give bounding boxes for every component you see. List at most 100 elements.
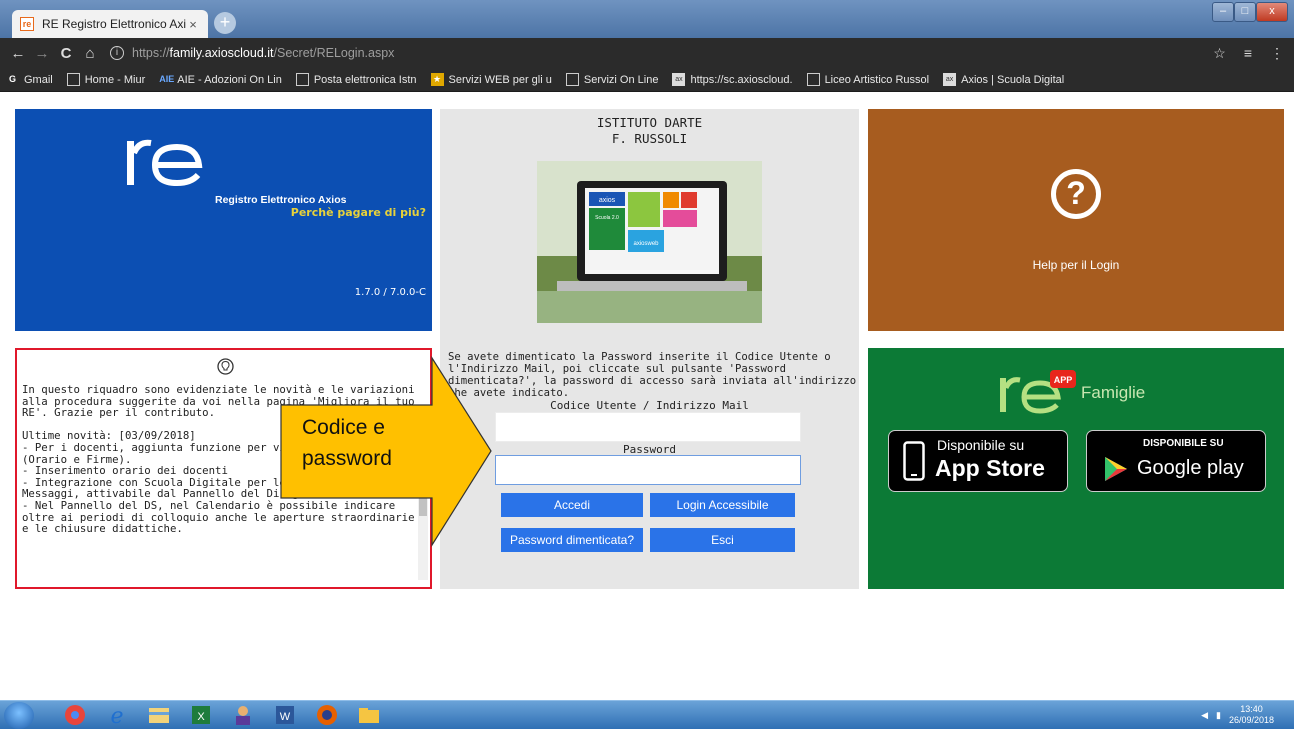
bookmark-sc-axioscloud[interactable]: ax https://sc.axioscloud. — [672, 73, 793, 86]
screen-tile-scuola: Scuola 2.0 — [595, 215, 619, 221]
user-icon[interactable] — [230, 704, 256, 726]
callout-label: Codice e password — [302, 412, 442, 474]
bookmark-label: AIE - Adozioni On Lin — [177, 73, 282, 86]
bookmark-axios-scuola[interactable]: ax Axios | Scuola Digital — [943, 73, 1064, 86]
callout-line1: Codice e — [302, 416, 385, 439]
bookmark-label: Servizi On Line — [583, 73, 659, 86]
bookmark-gmail[interactable]: G Gmail — [6, 73, 53, 86]
explorer-icon[interactable] — [146, 704, 172, 726]
bookmark-servizi-online[interactable]: Servizi On Line — [565, 73, 659, 86]
screen-tile-axiosweb: axiosweb — [633, 241, 659, 247]
laptop-image: axios Scuola 2.0 axiosweb — [537, 161, 762, 323]
clock-date: 26/09/2018 — [1228, 715, 1274, 725]
network-icon[interactable]: ▮ — [1216, 710, 1221, 721]
browser-tab[interactable]: re RE Registro Elettronico Axios × — [12, 10, 208, 38]
password-notice: Se avete dimenticato la Password inserit… — [448, 351, 857, 399]
accedi-button[interactable]: Accedi — [501, 493, 643, 517]
screen: re RE Registro Elettronico Axios × + – □… — [0, 0, 1294, 729]
bookmark-aie[interactable]: AIE AIE - Adozioni On Lin — [159, 73, 282, 86]
url-path: /Secret/RELogin.aspx — [273, 46, 395, 60]
appstore-small-text: Disponibile su — [937, 437, 1025, 453]
window-minimize-button[interactable]: – — [1212, 2, 1234, 22]
google-play-badge[interactable]: DISPONIBILE SU Google play — [1086, 430, 1266, 492]
bookmark-liceo[interactable]: Liceo Artistico Russol — [806, 73, 930, 86]
user-code-input[interactable] — [495, 412, 801, 442]
svg-text:X: X — [197, 711, 205, 723]
page-icon — [66, 73, 80, 86]
re-favicon-icon: re — [20, 17, 34, 31]
toolbar-actions: ☆ ≡ ⋮ — [1213, 38, 1284, 68]
browser-tab-bar: re RE Registro Elettronico Axios × + – □… — [0, 0, 1294, 38]
site-info-icon[interactable]: i — [110, 46, 124, 60]
appstore-big-text: App Store — [935, 455, 1045, 481]
window-maximize-button[interactable]: □ — [1234, 2, 1256, 22]
forward-button[interactable]: → — [30, 45, 54, 62]
chrome-icon[interactable] — [62, 704, 88, 726]
clock[interactable]: 13:40 26/09/2018 — [1229, 704, 1274, 726]
window-close-button[interactable]: x — [1256, 2, 1288, 22]
screen-tile-axios: axios — [599, 197, 616, 204]
bookmark-label: Axios | Scuola Digital — [961, 73, 1065, 86]
back-button[interactable]: ← — [6, 45, 30, 62]
ie-icon[interactable]: e — [104, 704, 130, 726]
taskbar: e X W ◀ ▮ 13:40 26/09/2018 — [0, 700, 1294, 729]
bookmark-home-miur[interactable]: Home - Miur — [66, 73, 146, 86]
tab-title: RE Registro Elettronico Axios — [42, 17, 186, 31]
app-badge: APP — [1054, 375, 1073, 385]
user-field-label: Codice Utente / Indirizzo Mail — [550, 399, 749, 412]
school-name-line1: ISTITUTO DARTE — [596, 115, 703, 130]
browser-toolbar: ← → C ⌂ i https://family.axioscloud.it/S… — [0, 38, 1294, 68]
googleplay-big-text: Google play — [1137, 457, 1244, 479]
axios-icon: ax — [672, 73, 686, 86]
address-bar[interactable]: https://family.axioscloud.it/Secret/RELo… — [132, 46, 394, 60]
clock-time: 13:40 — [1240, 704, 1263, 714]
star-icon: ★ — [430, 73, 444, 86]
bookmarks-bar: G Gmail Home - Miur AIE AIE - Adozioni On … — [0, 68, 1294, 92]
version-label: 1.7.0 / 7.0.0-C — [354, 287, 426, 298]
word-icon[interactable]: W — [272, 704, 298, 726]
callout-line2: password — [302, 447, 392, 470]
bookmark-label: https://sc.axioscloud. — [690, 73, 793, 86]
brand-panel: Registro Elettronico Axios Perchè pagare… — [15, 109, 432, 331]
start-button[interactable] — [4, 702, 34, 729]
bookmark-label: Gmail — [24, 73, 53, 86]
re-logo-icon — [127, 139, 203, 187]
bookmark-label: Liceo Artistico Russol — [824, 73, 930, 86]
bookmark-label: Posta elettronica Istn — [313, 73, 417, 86]
phone-icon — [903, 441, 925, 481]
firefox-icon[interactable] — [314, 704, 340, 726]
reload-button[interactable]: C — [54, 45, 78, 62]
bookmark-star-icon[interactable]: ☆ — [1213, 45, 1226, 62]
tab-close-icon[interactable]: × — [186, 17, 200, 32]
login-accessibile-button[interactable]: Login Accessibile — [650, 493, 795, 517]
svg-text:W: W — [280, 711, 291, 723]
volume-icon[interactable]: ◀ — [1201, 710, 1208, 721]
esci-button[interactable]: Esci — [650, 528, 795, 552]
page-icon — [295, 73, 309, 86]
bookmark-posta[interactable]: Posta elettronica Istn — [295, 73, 417, 86]
bookmark-label: Home - Miur — [84, 73, 146, 86]
aie-icon: AIE — [159, 74, 175, 84]
password-input[interactable] — [495, 455, 801, 485]
extension-icon[interactable]: ≡ — [1244, 45, 1252, 61]
password-dimenticata-button[interactable]: Password dimenticata? — [501, 528, 643, 552]
home-button[interactable]: ⌂ — [78, 45, 102, 62]
bookmark-label: Servizi WEB per gli u — [448, 73, 552, 86]
brand-subtitle: Registro Elettronico Axios — [215, 194, 347, 206]
app-store-badge[interactable]: Disponibile su App Store — [888, 430, 1068, 492]
new-tab-button[interactable]: + — [214, 12, 236, 34]
page-icon — [806, 73, 820, 86]
excel-icon[interactable]: X — [188, 704, 214, 726]
famiglie-title: Famiglie — [1081, 383, 1146, 402]
login-panel: ISTITUTO DARTE F. RUSSOLI axios Scuola 2… — [440, 109, 859, 589]
google-play-icon — [1105, 457, 1127, 481]
school-name-line2: F. RUSSOLI — [611, 131, 688, 146]
google-icon: G — [6, 73, 19, 86]
bookmark-servizi-web[interactable]: ★ Servizi WEB per gli u — [430, 73, 552, 86]
help-panel[interactable]: ? Help per il Login — [868, 109, 1284, 331]
system-tray: ◀ ▮ 13:40 26/09/2018 — [1201, 704, 1274, 726]
menu-icon[interactable]: ⋮ — [1270, 45, 1284, 62]
brand-slogan: Perchè pagare di più? — [290, 206, 426, 219]
axios-icon: ax — [943, 73, 957, 86]
folder-icon[interactable] — [356, 704, 382, 726]
